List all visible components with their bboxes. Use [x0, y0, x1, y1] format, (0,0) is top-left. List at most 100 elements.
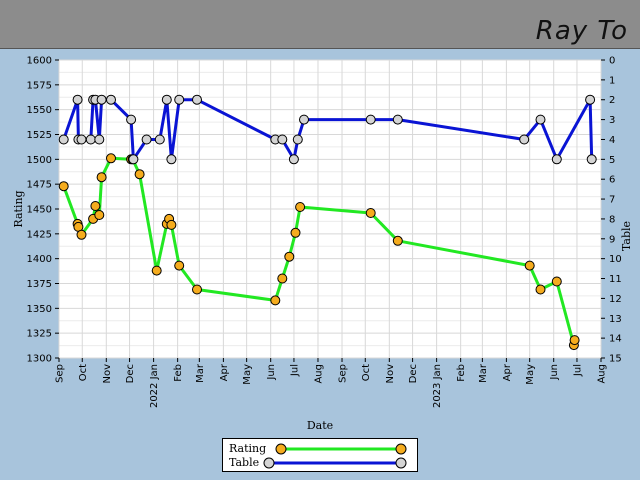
- y2-tick-label: 7: [609, 195, 615, 206]
- data-point-table: [551, 154, 562, 165]
- x-tick-label: Jun: [266, 364, 277, 381]
- data-point-rating: [392, 235, 403, 246]
- data-point-rating: [106, 153, 116, 164]
- data-point-rating: [96, 172, 107, 183]
- y-tick-label: 1525: [27, 130, 52, 141]
- y2-tick-label: 1: [609, 75, 615, 86]
- legend: Rating Table: [222, 438, 418, 472]
- data-point-table: [72, 94, 83, 105]
- data-point-rating: [551, 276, 562, 287]
- data-point-rating: [290, 227, 301, 238]
- x-tick-label: Oct: [361, 364, 372, 381]
- x-tick-label: Oct: [78, 364, 89, 381]
- x-tick-label: Feb: [456, 364, 467, 382]
- data-point-table: [519, 134, 530, 145]
- y2-tick-label: 9: [609, 234, 615, 245]
- data-point-table: [166, 154, 177, 165]
- data-point-table: [106, 94, 116, 105]
- y2-tick-label: 14: [609, 334, 622, 345]
- x-axis-ticks: Sep Oct Nov Dec 2022 Jan Feb Mar Apr May Jun Jul Au…: [55, 358, 608, 408]
- x-tick-label: 2022 Jan: [149, 364, 160, 408]
- y2-tick-label: 11: [609, 274, 622, 285]
- data-point-table: [277, 134, 288, 145]
- data-point-table: [58, 134, 69, 145]
- x-tick-label: Sep: [338, 364, 349, 383]
- y-axis-title: Rating: [12, 190, 25, 227]
- x-axis-title: Date: [307, 419, 333, 432]
- x-tick-label: Feb: [173, 364, 184, 382]
- x-tick-label: Apr: [502, 363, 513, 381]
- data-point-rating: [90, 201, 101, 211]
- data-point-rating: [151, 265, 162, 276]
- y-tick-label: 1575: [27, 80, 52, 91]
- data-point-rating: [365, 208, 376, 218]
- y2-tick-label: 3: [609, 115, 615, 126]
- y2-tick-label: 5: [609, 155, 615, 166]
- y2-axis-title: Table: [620, 221, 633, 251]
- data-point-rating: [192, 284, 202, 295]
- y2-tick-label: 6: [609, 175, 615, 186]
- y-tick-label: 1400: [27, 254, 52, 265]
- y-tick-label: 1450: [27, 205, 52, 216]
- x-tick-label: Aug: [597, 364, 608, 384]
- y-tick-label: 1375: [27, 279, 52, 290]
- rating-chart: 1300132513501375140014251450147515001525…: [12, 56, 633, 433]
- y-tick-label: 1500: [27, 155, 52, 166]
- data-point-table: [586, 154, 597, 165]
- data-point-table: [154, 134, 165, 145]
- data-point-rating: [569, 335, 580, 346]
- y2-axis-ticks: 0123456789101112131415: [601, 56, 622, 365]
- x-tick-label: Jul: [289, 364, 300, 377]
- legend-swatch-rating: [275, 443, 407, 455]
- data-point-table: [288, 154, 299, 165]
- data-point-rating: [174, 260, 185, 271]
- x-tick-label: Jul: [572, 364, 583, 377]
- y2-tick-label: 4: [609, 135, 615, 146]
- data-point-rating: [277, 273, 288, 284]
- data-point-rating: [134, 169, 145, 180]
- data-point-table: [94, 134, 105, 145]
- data-point-rating: [524, 260, 535, 271]
- data-point-table: [141, 134, 152, 145]
- data-point-table: [299, 114, 309, 125]
- y-tick-label: 1300: [27, 354, 52, 365]
- data-point-table: [192, 94, 202, 105]
- data-point-rating: [535, 284, 546, 295]
- x-tick-label: Jun: [549, 364, 560, 381]
- x-tick-label: Dec: [125, 364, 136, 383]
- data-point-rating: [284, 251, 295, 262]
- y-tick-label: 1600: [27, 56, 52, 67]
- x-tick-label: Nov: [385, 364, 396, 384]
- y2-tick-label: 13: [609, 314, 622, 325]
- data-point-rating: [166, 219, 177, 230]
- data-point-table: [392, 114, 403, 125]
- data-point-rating: [94, 210, 105, 220]
- data-point-rating: [295, 202, 306, 212]
- x-tick-label: Mar: [195, 363, 206, 383]
- x-tick-label: May: [242, 364, 253, 385]
- x-tick-label: 2023 Jan: [432, 364, 443, 408]
- y2-tick-label: 2: [609, 95, 615, 106]
- y2-tick-label: 8: [609, 214, 615, 225]
- y2-tick-label: 15: [609, 354, 622, 365]
- data-point-table: [585, 94, 596, 105]
- y-tick-label: 1550: [27, 105, 52, 116]
- y2-tick-label: 12: [609, 294, 622, 305]
- x-tick-label: Nov: [102, 364, 113, 384]
- x-tick-label: Aug: [313, 364, 324, 384]
- x-tick-label: Dec: [408, 364, 419, 383]
- data-point-table: [365, 114, 376, 125]
- data-point-table: [96, 94, 107, 105]
- x-tick-label: May: [525, 364, 536, 385]
- data-point-rating: [58, 181, 69, 192]
- data-point-table: [128, 154, 139, 165]
- data-point-table: [161, 94, 172, 105]
- data-point-table: [292, 134, 303, 145]
- y-tick-label: 1425: [27, 229, 52, 240]
- data-point-table: [174, 94, 185, 105]
- data-point-rating: [270, 295, 281, 306]
- x-tick-label: Mar: [478, 363, 489, 383]
- y-tick-label: 1325: [27, 329, 52, 340]
- data-point-table: [535, 114, 546, 125]
- data-point-table: [76, 134, 87, 145]
